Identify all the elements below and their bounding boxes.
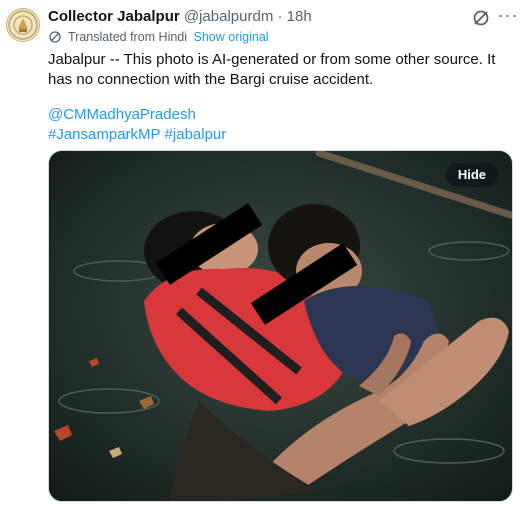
hashtag-link[interactable]: #jabalpur xyxy=(165,126,227,143)
avatar[interactable] xyxy=(6,8,40,42)
tweet-image[interactable]: Hide xyxy=(48,150,513,502)
tweet[interactable]: Collector Jabalpur @jabalpurdm · 18h ···… xyxy=(0,0,527,510)
photo-illustration xyxy=(49,151,512,501)
translation-notice: Translated from Hindi Show original xyxy=(48,30,269,46)
translate-icon xyxy=(49,31,61,43)
mention-link[interactable]: @CMMadhyaPradesh xyxy=(48,105,518,125)
grok-icon[interactable] xyxy=(469,6,493,30)
more-icon[interactable]: ··· xyxy=(496,6,520,30)
author-handle[interactable]: @jabalpurdm xyxy=(184,8,273,25)
tweet-text: Jabalpur -- This photo is AI-generated o… xyxy=(48,51,496,88)
separator-dot: · xyxy=(277,8,283,25)
tweet-header: Collector Jabalpur @jabalpurdm · 18h xyxy=(48,8,487,28)
translated-label: Translated from Hindi xyxy=(68,30,188,44)
hashtag-line: #JansamparkMP #jabalpur xyxy=(48,125,518,145)
emblem-icon xyxy=(8,10,38,40)
author-name[interactable]: Collector Jabalpur xyxy=(48,8,180,25)
hashtag-link[interactable]: #JansamparkMP xyxy=(48,126,161,143)
timestamp[interactable]: 18h xyxy=(287,8,312,25)
show-original-link[interactable]: Show original xyxy=(194,30,269,44)
hide-button[interactable]: Hide xyxy=(445,163,498,187)
tweet-links: @CMMadhyaPradesh #JansamparkMP #jabalpur xyxy=(48,105,518,145)
